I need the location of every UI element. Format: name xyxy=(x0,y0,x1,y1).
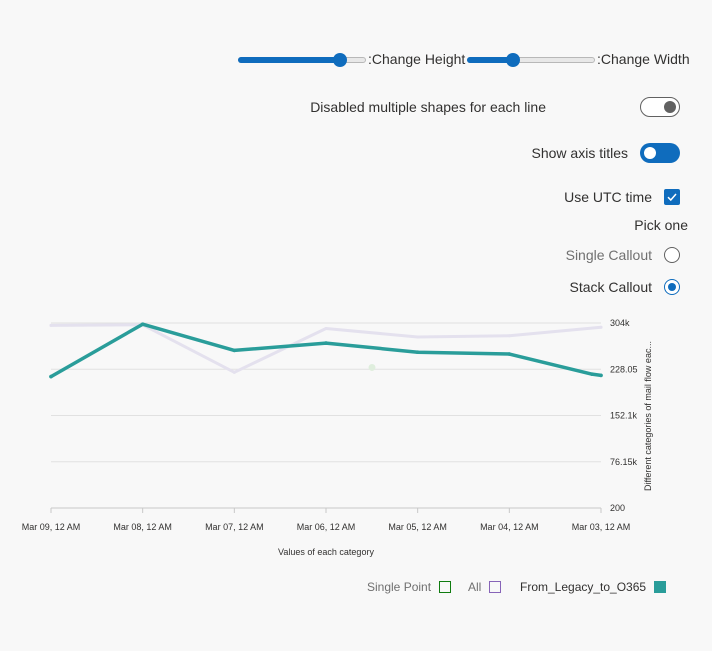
y-tick-label: 76.15k xyxy=(610,457,638,467)
data-point-single xyxy=(368,363,376,371)
y-tick-label: 228.05 xyxy=(610,364,638,374)
y-axis: 304k 228.05 152.1k 76.15k 200 xyxy=(610,318,638,513)
data-point xyxy=(599,373,603,378)
series-line-from-legacy-to-o365 xyxy=(49,322,603,379)
data-point xyxy=(507,352,512,356)
chart-gridlines xyxy=(51,322,601,509)
x-tick-label: Mar 05, 12 AM xyxy=(388,522,447,532)
series-line-all xyxy=(49,323,603,374)
legend-from-legacy-to-o365[interactable]: From_Legacy_to_O365 xyxy=(520,580,667,594)
legend-label: From_Legacy_to_O365 xyxy=(520,580,647,594)
legend-label: All xyxy=(468,580,482,594)
data-point xyxy=(507,334,511,338)
x-tick-label: Mar 07, 12 AM xyxy=(205,522,264,532)
x-tick-label: Mar 09, 12 AM xyxy=(22,522,81,532)
data-point xyxy=(140,322,145,327)
data-point xyxy=(232,370,236,374)
y-axis-title: Different categories of mail flow eac... xyxy=(643,341,653,491)
data-point xyxy=(232,348,237,353)
chart-series xyxy=(49,322,603,379)
data-point xyxy=(324,326,328,330)
legend-swatch xyxy=(489,581,502,593)
data-point xyxy=(599,325,603,329)
y-tick-label: 200 xyxy=(610,503,625,513)
data-point xyxy=(49,374,53,379)
x-axis: Mar 09, 12 AM Mar 08, 12 AM Mar 07, 12 AM M… xyxy=(22,507,631,532)
x-tick-label: Mar 04, 12 AM xyxy=(480,522,539,532)
data-point xyxy=(324,341,328,345)
x-tick-label: Mar 08, 12 AM xyxy=(113,522,172,532)
legend-swatch xyxy=(654,581,667,593)
x-tick-label: Mar 06, 12 AM xyxy=(297,522,356,532)
legend-all[interactable]: All xyxy=(468,580,502,594)
legend-swatch xyxy=(439,581,452,593)
x-axis-title: Values of each category xyxy=(278,547,374,557)
x-tick-label: Mar 03, 12 AM xyxy=(572,522,631,532)
line-chart: Mar 09, 12 AM Mar 08, 12 AM Mar 07, 12 AM M… xyxy=(22,318,653,557)
legend-label: Single Point xyxy=(367,580,432,594)
data-point xyxy=(590,372,594,376)
data-point xyxy=(416,335,420,339)
legend-single-point[interactable]: Single Point xyxy=(367,580,452,594)
y-tick-label: 152.1k xyxy=(610,411,638,421)
data-point xyxy=(49,323,53,327)
data-point xyxy=(415,350,420,355)
y-tick-label: 304k xyxy=(610,318,630,328)
